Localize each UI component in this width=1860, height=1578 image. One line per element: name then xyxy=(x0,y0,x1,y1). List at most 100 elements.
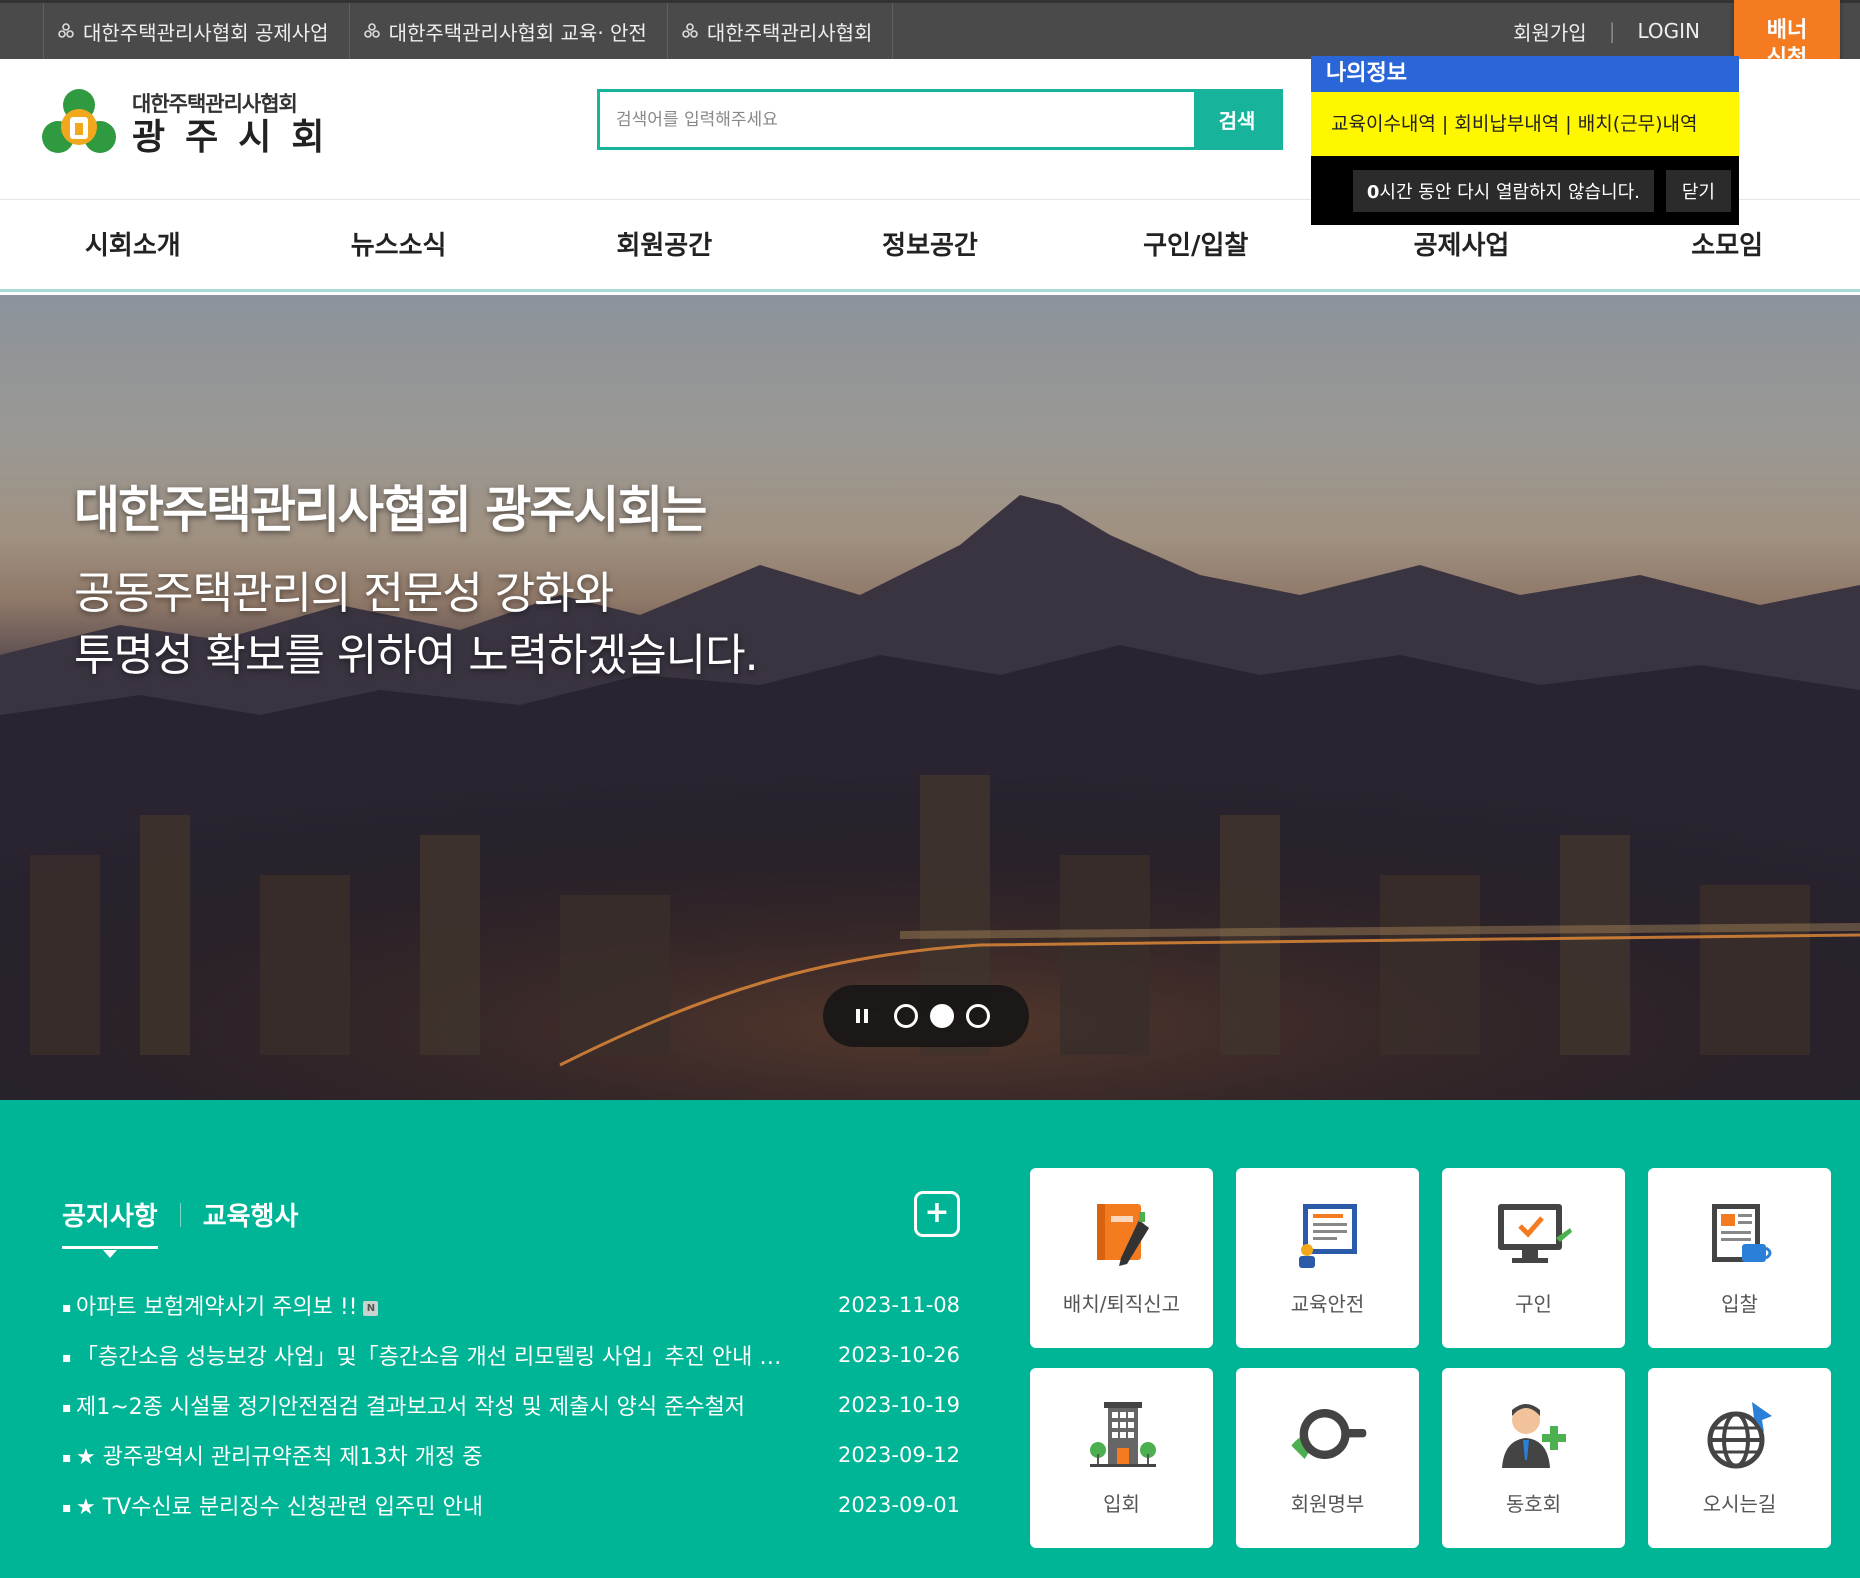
slide-dot-2[interactable] xyxy=(930,1004,954,1028)
logo-subtitle: 대한주택관리사협회 xyxy=(132,92,298,116)
notice-date: 2023-09-12 xyxy=(837,1443,960,1467)
dont-show-hours: 0 xyxy=(1366,181,1380,203)
frying-pan-icon xyxy=(1290,1409,1366,1459)
top-bar: 대한주택관리사협회 공제사업 대한주택관리사협회 교육· 안전 대한주택관리사협… xyxy=(0,0,1860,109)
toplink-label: 대한주택관리사협회 교육· 안전 xyxy=(388,20,647,45)
list-item[interactable]: 아파트 보험계약사기 주의보 !! N 2023-11-08 xyxy=(62,1280,960,1330)
notice-title: 아파트 보험계약사기 주의보 !! xyxy=(75,1295,358,1320)
nav-item-news[interactable]: 뉴스소식 xyxy=(266,200,532,289)
banner-label-line1: 배너 xyxy=(1766,18,1808,43)
popup-links: 교육이수내역 | 회비납부내역 | 배치(근무)내역 xyxy=(1311,92,1739,156)
globe-pin-icon xyxy=(1707,1402,1772,1469)
quick-link-label: 입찰 xyxy=(1721,1292,1758,1316)
site-logo[interactable]: 대한주택관리사협회 광주시회 xyxy=(40,87,344,159)
hero-headline: 대한주택관리사협회 광주시회는 xyxy=(74,481,707,539)
quick-link-label: 배치/퇴직신고 xyxy=(1062,1292,1181,1316)
popup-footer: 0시간 동안 다시 열람하지 않습니다. 닫기 xyxy=(1311,156,1739,225)
new-badge: N xyxy=(363,1300,379,1316)
popup-link-separator: | xyxy=(1559,113,1578,135)
pause-icon[interactable] xyxy=(856,1009,868,1023)
my-info-popup: 나의정보 교육이수내역 | 회비납부내역 | 배치(근무)내역 0시간 동안 다… xyxy=(1311,56,1739,225)
hero-slider: 대한주택관리사협회 광주시회는 공동주택관리의 전문성 강화와 투명성 확보를 … xyxy=(0,295,1860,1100)
bottom-section: 공지사항 교육행사 + 아파트 보험계약사기 주의보 !! N 2023-11-0… xyxy=(0,1100,1860,1578)
toplink-label: 대한주택관리사협회 xyxy=(706,20,873,45)
nav-item-info[interactable]: 정보공간 xyxy=(797,200,1063,289)
tab-education-events[interactable]: 교육행사 xyxy=(203,1196,299,1233)
divider xyxy=(179,1202,181,1227)
toplink-association[interactable]: 대한주택관리사협회 xyxy=(666,3,894,59)
quick-link-directions[interactable]: 오시는길 xyxy=(1648,1368,1831,1548)
quick-link-label: 회원명부 xyxy=(1290,1492,1365,1516)
search-button[interactable]: 검색 xyxy=(1194,92,1280,147)
notice-title: ★ TV수신료 분리징수 신청관련 입주민 안내 xyxy=(62,1489,483,1521)
slider-controls xyxy=(823,985,1029,1047)
dont-show-text: 시간 동안 다시 열람하지 않습니다. xyxy=(1379,181,1640,203)
quick-link-label: 입회 xyxy=(1103,1492,1140,1516)
quick-link-label: 오시는길 xyxy=(1702,1492,1777,1516)
list-item[interactable]: 제1~2종 시설물 정기안전점검 결과보고서 작성 및 제출시 양식 준수철저 … xyxy=(62,1380,960,1430)
presentation-board-icon xyxy=(1298,1204,1357,1268)
quick-link-bids[interactable]: 입찰 xyxy=(1648,1168,1831,1348)
city-night-image xyxy=(0,495,1860,1100)
list-item[interactable]: 「층간소음 성능보강 사업」및「층간소음 개선 리모델링 사업」추진 안내 및 … xyxy=(62,1330,960,1380)
building-icon xyxy=(1089,1402,1156,1467)
association-icon xyxy=(363,23,380,38)
family-site-links: 대한주택관리사협회 공제사업 대한주택관리사협회 교육· 안전 대한주택관리사협… xyxy=(43,3,894,59)
popup-close-button[interactable]: 닫기 xyxy=(1665,169,1731,212)
list-item[interactable]: ★ 광주광역시 관리규약준칙 제13차 개정 중 2023-09-12 xyxy=(62,1430,960,1480)
popup-link-work-history[interactable]: 배치(근무)내역 xyxy=(1578,113,1698,135)
quick-link-jobs[interactable]: 구인 xyxy=(1442,1168,1625,1348)
quick-link-label: 동호회 xyxy=(1505,1492,1562,1516)
toplink-education[interactable]: 대한주택관리사협회 교육· 안전 xyxy=(348,3,668,59)
quick-link-admission[interactable]: 입회 xyxy=(1030,1368,1213,1548)
toplink-label: 대한주택관리사협회 공제사업 xyxy=(83,20,329,45)
notice-title: 「층간소음 성능보강 사업」및「층간소음 개선 리모델링 사업」추진 안내 및 … xyxy=(62,1339,782,1371)
quick-link-education-safety[interactable]: 교육안전 xyxy=(1236,1168,1419,1348)
notice-date: 2023-10-19 xyxy=(837,1393,960,1417)
notice-title-wrap: 아파트 보험계약사기 주의보 !! N xyxy=(62,1289,379,1321)
quick-link-clubs[interactable]: 동호회 xyxy=(1442,1368,1625,1548)
notebook-pen-icon xyxy=(1096,1204,1149,1266)
logo-title: 광주시회 xyxy=(132,117,345,158)
notice-title: 제1~2종 시설물 정기안전점검 결과보고서 작성 및 제출시 양식 준수철저 xyxy=(62,1389,745,1421)
quick-link-member-directory[interactable]: 회원명부 xyxy=(1236,1368,1419,1548)
tab-notice[interactable]: 공지사항 xyxy=(62,1196,158,1258)
notice-date: 2023-09-01 xyxy=(837,1493,960,1517)
quick-link-label: 교육안전 xyxy=(1290,1292,1365,1316)
notice-list: 아파트 보험계약사기 주의보 !! N 2023-11-08 「층간소음 성능보강… xyxy=(62,1280,960,1530)
quick-menu: 배치/퇴직신고 교육안전 구인 입찰 입회 회원명부 동호회 오시는길 xyxy=(1030,1168,1831,1548)
nav-item-jobs-bids[interactable]: 구인/입찰 xyxy=(1063,200,1329,289)
account-links: 회원가입 | LOGIN xyxy=(1513,3,1700,59)
popup-link-separator: | xyxy=(1435,113,1455,135)
hero-subtext-line2: 투명성 확보를 위하여 노력하겠습니다. xyxy=(74,630,759,681)
popup-link-education-history[interactable]: 교육이수내역 xyxy=(1331,113,1436,135)
quick-link-label: 구인 xyxy=(1515,1292,1552,1316)
search-box: 검색 xyxy=(597,89,1283,150)
person-add-icon xyxy=(1501,1404,1566,1468)
slide-dot-1[interactable] xyxy=(894,1004,918,1028)
monitor-check-icon xyxy=(1497,1204,1572,1263)
association-icon xyxy=(58,23,74,38)
dont-show-again-button[interactable]: 0시간 동안 다시 열람하지 않습니다. xyxy=(1352,169,1654,212)
join-link[interactable]: 회원가입 xyxy=(1513,17,1587,46)
popup-title: 나의정보 xyxy=(1311,56,1739,92)
association-icon xyxy=(682,23,698,38)
nav-item-about[interactable]: 시회소개 xyxy=(0,200,266,289)
toplink-mutual-aid[interactable]: 대한주택관리사협회 공제사업 xyxy=(43,3,350,59)
login-link[interactable]: LOGIN xyxy=(1637,19,1700,43)
nav-item-members[interactable]: 회원공간 xyxy=(531,200,797,289)
search-input[interactable] xyxy=(600,92,1194,147)
list-item[interactable]: ★ TV수신료 분리징수 신청관련 입주민 안내 2023-09-01 xyxy=(62,1480,960,1530)
notice-title: ★ 광주광역시 관리규약준칙 제13차 개정 중 xyxy=(62,1439,483,1471)
quick-link-placement-report[interactable]: 배치/퇴직신고 xyxy=(1030,1168,1213,1348)
hero-subtext: 공동주택관리의 전문성 강화와 투명성 확보를 위하여 노력하겠습니다. xyxy=(74,563,759,687)
logo-emblem-icon xyxy=(42,89,116,153)
slide-dot-3[interactable] xyxy=(966,1004,990,1028)
document-coffee-icon xyxy=(1711,1204,1771,1262)
divider: | xyxy=(1608,19,1616,43)
notice-date: 2023-11-08 xyxy=(837,1293,960,1317)
more-button[interactable]: + xyxy=(914,1191,960,1237)
board-tabs: 공지사항 교육행사 xyxy=(62,1196,299,1258)
popup-link-fee-history[interactable]: 회비납부내역 xyxy=(1454,113,1559,135)
notice-date: 2023-10-26 xyxy=(837,1343,960,1367)
